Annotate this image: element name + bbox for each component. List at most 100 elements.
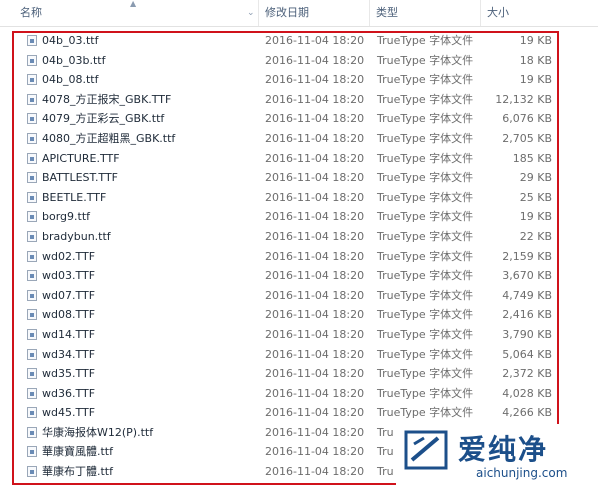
file-row[interactable]: wd35.TTF 2016-11-04 18:20 TrueType 字体文件 2,3… bbox=[0, 364, 598, 384]
column-header-type[interactable]: 类型 bbox=[370, 0, 481, 26]
file-type: TrueType 字体文件 bbox=[377, 269, 474, 283]
column-type-label: 类型 bbox=[376, 6, 398, 19]
file-type: TrueType 字体文件 bbox=[377, 112, 474, 126]
file-size: 18 KB bbox=[519, 53, 552, 67]
file-date: 2016-11-04 18:20 bbox=[265, 249, 365, 263]
file-type: TrueType 字体文件 bbox=[377, 171, 474, 185]
file-type: TrueType 字体文件 bbox=[377, 131, 474, 145]
file-type: TrueType 字体文件 bbox=[377, 210, 474, 224]
file-name: 華康寶風體.ttf bbox=[42, 445, 113, 459]
font-file-icon bbox=[27, 230, 37, 242]
file-row[interactable]: bradybun.ttf 2016-11-04 18:20 TrueType 字体文… bbox=[0, 227, 598, 247]
file-type: Tru bbox=[377, 445, 394, 459]
file-row[interactable]: wd14.TTF 2016-11-04 18:20 TrueType 字体文件 3,7… bbox=[0, 325, 598, 345]
font-file-icon bbox=[27, 191, 37, 203]
column-header: 名称 ▲ ⌄ 修改日期 类型 大小 bbox=[0, 0, 598, 27]
file-date: 2016-11-04 18:20 bbox=[265, 425, 365, 439]
file-date: 2016-11-04 18:20 bbox=[265, 288, 365, 302]
file-name: 华康海报体W12(P).ttf bbox=[42, 425, 154, 439]
file-type: TrueType 字体文件 bbox=[377, 73, 474, 87]
file-date: 2016-11-04 18:20 bbox=[265, 406, 365, 420]
font-file-icon bbox=[27, 211, 37, 223]
file-row[interactable]: 04b_03.ttf 2016-11-04 18:20 TrueType 字体文件 1… bbox=[0, 31, 598, 51]
watermark-url: aichunjing.com bbox=[476, 466, 568, 480]
file-name: wd14.TTF bbox=[42, 327, 96, 341]
file-row[interactable]: 4079_方正彩云_GBK.ttf 2016-11-04 18:20 TrueTyp… bbox=[0, 109, 598, 129]
file-date: 2016-11-04 18:20 bbox=[265, 53, 365, 67]
file-row[interactable]: wd45.TTF 2016-11-04 18:20 TrueType 字体文件 4,2… bbox=[0, 403, 598, 423]
file-name: borg9.ttf bbox=[42, 210, 91, 224]
file-date: 2016-11-04 18:20 bbox=[265, 308, 365, 322]
font-file-icon bbox=[27, 54, 37, 66]
file-size: 2,416 KB bbox=[502, 308, 552, 322]
font-file-icon bbox=[27, 152, 37, 164]
file-date: 2016-11-04 18:20 bbox=[265, 229, 365, 243]
file-row[interactable]: wd07.TTF 2016-11-04 18:20 TrueType 字体文件 4,7… bbox=[0, 286, 598, 306]
file-size: 6,076 KB bbox=[502, 112, 552, 126]
font-file-icon bbox=[27, 387, 37, 399]
watermark-text: 爱纯净 bbox=[458, 433, 549, 466]
file-type: TrueType 字体文件 bbox=[377, 308, 474, 322]
font-file-icon bbox=[27, 172, 37, 184]
font-file-icon bbox=[27, 348, 37, 360]
file-date: 2016-11-04 18:20 bbox=[265, 327, 365, 341]
file-size: 4,266 KB bbox=[502, 406, 552, 420]
file-size: 3,670 KB bbox=[502, 269, 552, 283]
file-type: TrueType 字体文件 bbox=[377, 367, 474, 381]
file-type: Tru bbox=[377, 425, 394, 439]
font-file-icon bbox=[27, 368, 37, 380]
file-date: 2016-11-04 18:20 bbox=[265, 151, 365, 165]
file-date: 2016-11-04 18:20 bbox=[265, 465, 365, 479]
file-date: 2016-11-04 18:20 bbox=[265, 210, 365, 224]
file-size: 29 KB bbox=[519, 171, 552, 185]
file-date: 2016-11-04 18:20 bbox=[265, 92, 365, 106]
file-row[interactable]: BATTLEST.TTF 2016-11-04 18:20 TrueType 字体文… bbox=[0, 168, 598, 188]
file-date: 2016-11-04 18:20 bbox=[265, 445, 365, 459]
file-type: TrueType 字体文件 bbox=[377, 406, 474, 420]
file-name: wd45.TTF bbox=[42, 406, 96, 420]
column-header-size[interactable]: 大小 bbox=[481, 0, 598, 26]
file-row[interactable]: APICTURE.TTF 2016-11-04 18:20 TrueType 字体文… bbox=[0, 149, 598, 169]
file-name: wd36.TTF bbox=[42, 386, 96, 400]
file-type: TrueType 字体文件 bbox=[377, 151, 474, 165]
file-row[interactable]: 4078_方正报宋_GBK.TTF 2016-11-04 18:20 TrueTyp… bbox=[0, 90, 598, 110]
font-file-icon bbox=[27, 35, 37, 46]
column-header-name[interactable]: 名称 ▲ ⌄ bbox=[0, 0, 259, 26]
watermark-logo-icon bbox=[404, 430, 448, 470]
file-row[interactable]: 4080_方正超粗黑_GBK.ttf 2016-11-04 18:20 TrueTy… bbox=[0, 129, 598, 149]
sort-up-icon: ▲ bbox=[130, 0, 137, 8]
file-type: Tru bbox=[377, 465, 394, 479]
file-name: wd07.TTF bbox=[42, 288, 96, 302]
file-name: 4078_方正报宋_GBK.TTF bbox=[42, 92, 172, 106]
file-row[interactable]: wd08.TTF 2016-11-04 18:20 TrueType 字体文件 2,4… bbox=[0, 305, 598, 325]
column-header-date[interactable]: 修改日期 bbox=[259, 0, 370, 26]
file-size: 25 KB bbox=[519, 190, 552, 204]
file-name: 04b_08.ttf bbox=[42, 73, 99, 87]
file-row[interactable]: wd36.TTF 2016-11-04 18:20 TrueType 字体文件 4,0… bbox=[0, 384, 598, 404]
file-row[interactable]: wd02.TTF 2016-11-04 18:20 TrueType 字体文件 2,1… bbox=[0, 247, 598, 267]
font-file-icon bbox=[27, 426, 37, 438]
file-size: 2,159 KB bbox=[502, 249, 552, 263]
watermark-logo: 爱纯净 aichunjing.com bbox=[396, 424, 598, 488]
column-name-label: 名称 bbox=[20, 6, 42, 19]
font-file-icon bbox=[27, 250, 37, 262]
chevron-down-icon[interactable]: ⌄ bbox=[247, 8, 255, 18]
file-row[interactable]: borg9.ttf 2016-11-04 18:20 TrueType 字体文件 19… bbox=[0, 207, 598, 227]
file-name: BEETLE.TTF bbox=[42, 190, 107, 204]
file-row[interactable]: wd03.TTF 2016-11-04 18:20 TrueType 字体文件 3,6… bbox=[0, 266, 598, 286]
file-row[interactable]: 04b_03b.ttf 2016-11-04 18:20 TrueType 字体文件… bbox=[0, 51, 598, 71]
file-size: 19 KB bbox=[519, 73, 552, 87]
font-file-icon bbox=[27, 446, 37, 458]
file-name: wd35.TTF bbox=[42, 367, 96, 381]
file-row[interactable]: wd34.TTF 2016-11-04 18:20 TrueType 字体文件 5,0… bbox=[0, 345, 598, 365]
file-size: 22 KB bbox=[519, 229, 552, 243]
file-name: wd34.TTF bbox=[42, 347, 96, 361]
file-row[interactable]: 04b_08.ttf 2016-11-04 18:20 TrueType 字体文件 1… bbox=[0, 70, 598, 90]
font-file-icon bbox=[27, 289, 37, 301]
file-size: 2,372 KB bbox=[502, 367, 552, 381]
file-date: 2016-11-04 18:20 bbox=[265, 34, 365, 47]
file-date: 2016-11-04 18:20 bbox=[265, 367, 365, 381]
font-file-icon bbox=[27, 74, 37, 86]
file-size: 19 KB bbox=[519, 34, 552, 47]
file-row[interactable]: BEETLE.TTF 2016-11-04 18:20 TrueType 字体文件 2… bbox=[0, 188, 598, 208]
